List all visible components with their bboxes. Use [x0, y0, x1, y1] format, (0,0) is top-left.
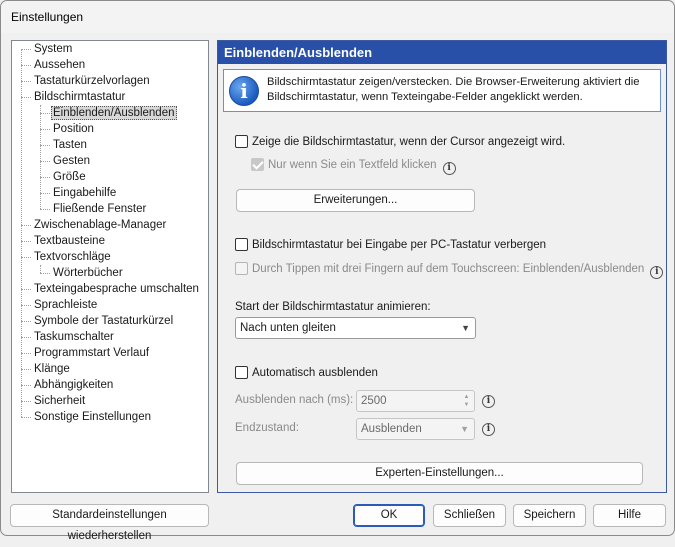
checkbox-box[interactable]: [235, 366, 248, 379]
tree-item-groesse[interactable]: Größe: [51, 169, 88, 185]
expert-settings-button[interactable]: Experten-Einstellungen...: [236, 462, 643, 485]
tree-item-textvorschlaege[interactable]: Textvorschläge: [32, 249, 113, 265]
end-state-label: Endzustand:: [235, 422, 299, 434]
ok-button[interactable]: OK: [353, 504, 425, 527]
window-title: Einstellungen: [11, 10, 84, 24]
close-button[interactable]: Schließen: [433, 504, 506, 527]
tree-item-klaenge[interactable]: Klänge: [32, 361, 72, 377]
tree-item-taskumschalter[interactable]: Taskumschalter: [32, 329, 116, 345]
checkbox-box: [251, 158, 264, 171]
three-finger-tap-checkbox: Durch Tippen mit drei Fingern auf dem To…: [235, 262, 664, 279]
hide-after-spinner: 2500 ▲ ▼: [356, 390, 475, 412]
only-textfield-checkbox: Nur wenn Sie ein Textfeld klicken i: [251, 158, 456, 175]
tree-item-system[interactable]: System: [32, 41, 74, 57]
tree-item-sonstige-einstellungen[interactable]: Sonstige Einstellungen: [32, 409, 153, 425]
end-state-select: Ausblenden ▼: [356, 418, 475, 440]
tree-item-textbausteine[interactable]: Textbausteine: [32, 233, 107, 249]
spinner-arrows-icon: ▲ ▼: [463, 394, 470, 408]
hide-after-label: Ausblenden nach (ms):: [235, 394, 354, 406]
chevron-down-icon: ▼: [461, 323, 470, 333]
tree-item-position[interactable]: Position: [51, 121, 96, 137]
tree-item-einblenden-ausblenden[interactable]: Einblenden/Ausblenden: [51, 105, 177, 121]
info-icon[interactable]: i: [482, 395, 495, 408]
info-icon[interactable]: i: [650, 266, 664, 279]
tree-item-sprachleiste[interactable]: Sprachleiste: [32, 297, 99, 313]
animate-label: Start der Bildschirmtastatur animieren:: [235, 301, 431, 313]
checkbox-box[interactable]: [235, 135, 248, 148]
extensions-button[interactable]: Erweiterungen...: [236, 189, 475, 212]
tree-item-eingabehilfe[interactable]: Eingabehilfe: [51, 185, 118, 201]
settings-tree[interactable]: System Aussehen Tastaturkürzelvorlagen B…: [11, 40, 209, 493]
tree-item-symbole-tastaturkuerzel[interactable]: Symbole der Tastaturkürzel: [32, 313, 175, 329]
hide-on-pc-keyboard-checkbox[interactable]: Bildschirmtastatur bei Eingabe per PC-Ta…: [235, 238, 546, 254]
tree-item-sicherheit[interactable]: Sicherheit: [32, 393, 87, 409]
tree-item-tasten[interactable]: Tasten: [51, 137, 89, 153]
tree-item-aussehen[interactable]: Aussehen: [32, 57, 87, 73]
info-icon[interactable]: i: [442, 162, 456, 175]
info-icon[interactable]: i: [482, 423, 495, 436]
tree-item-abhaengigkeiten[interactable]: Abhängigkeiten: [32, 377, 115, 393]
panel-title: Einblenden/Ausblenden: [218, 41, 666, 64]
info-icon: i: [229, 76, 259, 106]
settings-window: Einstellungen System Aussehen Tastaturkü…: [0, 0, 675, 542]
tree-item-zwischenablage-manager[interactable]: Zwischenablage-Manager: [32, 217, 168, 233]
info-box: i Bildschirmtastatur zeigen/verstecken. …: [223, 69, 661, 112]
settings-panel: Einblenden/Ausblenden i Bildschirmtastat…: [217, 40, 667, 493]
save-button[interactable]: Speichern: [513, 504, 586, 527]
animate-select[interactable]: Nach unten gleiten ▼: [235, 317, 476, 339]
tree-item-gesten[interactable]: Gesten: [51, 153, 92, 169]
tree-item-fliessende-fenster[interactable]: Fließende Fenster: [51, 201, 148, 217]
auto-hide-checkbox[interactable]: Automatisch ausblenden: [235, 366, 378, 382]
restore-defaults-button[interactable]: Standardeinstellungen wiederherstellen: [10, 504, 209, 542]
tree-item-bildschirmtastatur[interactable]: Bildschirmtastatur: [32, 89, 127, 105]
show-when-cursor-checkbox[interactable]: Zeige die Bildschirmtastatur, wenn der C…: [235, 135, 565, 151]
tree-item-texteingabesprache-umschalten[interactable]: Texteingabesprache umschalten: [32, 281, 201, 297]
title-bar: Einstellungen: [1, 1, 674, 33]
info-text: Bildschirmtastatur zeigen/verstecken. Di…: [267, 76, 640, 103]
help-button[interactable]: Hilfe: [593, 504, 666, 527]
checkbox-box: [235, 262, 248, 275]
tree-item-woerterbuecher[interactable]: Wörterbücher: [51, 265, 125, 281]
chevron-down-icon: ▼: [460, 424, 469, 434]
tree-item-programmstart-verlauf[interactable]: Programmstart Verlauf: [32, 345, 151, 361]
tree-item-tastaturkuerzelvorlagen[interactable]: Tastaturkürzelvorlagen: [32, 73, 152, 89]
checkbox-box[interactable]: [235, 238, 248, 251]
